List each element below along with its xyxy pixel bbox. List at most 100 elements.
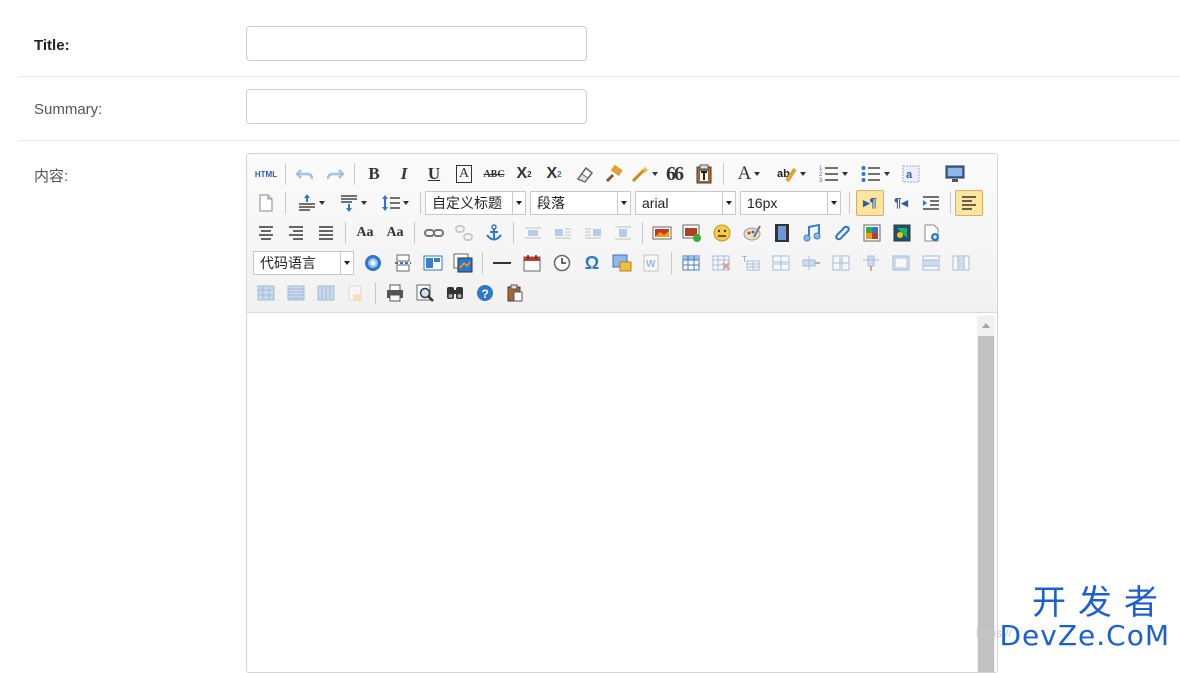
font-family-value: arial — [642, 195, 669, 211]
search-replace-icon[interactable] — [440, 280, 470, 306]
map-icon[interactable] — [887, 220, 917, 246]
paste-plain-icon[interactable] — [689, 161, 719, 187]
ordered-list-icon[interactable]: 123 — [812, 161, 854, 187]
delete-table-icon[interactable] — [706, 250, 736, 276]
template-icon[interactable] — [418, 250, 448, 276]
editor-content-area[interactable] — [247, 313, 977, 672]
align-right-icon[interactable] — [281, 220, 311, 246]
align-left-icon[interactable] — [955, 190, 983, 216]
insert-col-icon[interactable] — [826, 250, 856, 276]
insert-paragraph-before-table-icon[interactable]: T — [736, 250, 766, 276]
paragraph-select[interactable]: 段落 — [530, 191, 631, 215]
superscript-icon[interactable]: X2 — [509, 161, 539, 187]
line-height-icon[interactable] — [374, 190, 416, 216]
time-icon[interactable] — [547, 250, 577, 276]
delete-row-icon[interactable] — [796, 250, 826, 276]
image-search-icon[interactable] — [857, 220, 887, 246]
chevron-down-icon — [827, 192, 840, 214]
custom-heading-select[interactable]: 自定义标题 — [425, 191, 526, 215]
sup-glyph: X — [516, 165, 528, 182]
split-to-cols-icon[interactable] — [311, 280, 341, 306]
auto-format-icon[interactable] — [629, 161, 659, 187]
underline-icon[interactable]: U — [419, 161, 449, 187]
rtl-direction-icon[interactable]: ¶◂ — [886, 190, 916, 216]
background-icon[interactable] — [448, 250, 478, 276]
anchor-icon[interactable] — [479, 220, 509, 246]
scroll-thumb[interactable] — [978, 336, 994, 672]
multi-image-icon[interactable] — [677, 220, 707, 246]
uppercase-icon[interactable]: Aa — [350, 220, 380, 246]
insert-video-icon[interactable] — [767, 220, 797, 246]
emotion-icon[interactable] — [707, 220, 737, 246]
blockquote-icon[interactable]: 66 — [659, 161, 689, 187]
format-brush-icon[interactable] — [599, 161, 629, 187]
italic-icon[interactable]: I — [389, 161, 419, 187]
summary-input[interactable] — [246, 89, 587, 124]
eraser-icon[interactable] — [569, 161, 599, 187]
delete-col-icon[interactable] — [856, 250, 886, 276]
chevron-down-icon — [512, 192, 525, 214]
link-icon[interactable] — [419, 220, 449, 246]
date-icon[interactable] — [517, 250, 547, 276]
split-to-cells-icon[interactable] — [251, 280, 281, 306]
clipboard-icon[interactable] — [500, 280, 530, 306]
gmap-icon[interactable] — [917, 220, 947, 246]
bold-icon[interactable]: B — [359, 161, 389, 187]
font-size-select[interactable]: 16px — [740, 191, 841, 215]
frame-text-icon[interactable]: A — [449, 161, 479, 187]
ltr-direction-icon[interactable]: ▸¶ — [856, 190, 884, 216]
horizontal-rule-icon[interactable] — [487, 250, 517, 276]
special-chars-icon[interactable]: Ω — [577, 250, 607, 276]
font-color-icon[interactable]: A — [728, 161, 770, 187]
html-source-icon[interactable]: HTML — [251, 161, 281, 187]
lowercase-icon[interactable]: Aa — [380, 220, 410, 246]
split-to-rows-icon[interactable] — [281, 280, 311, 306]
highlight-caret — [799, 172, 806, 176]
separator — [375, 282, 376, 304]
merge-right-icon[interactable] — [916, 250, 946, 276]
editor-scrollbar[interactable] — [977, 316, 995, 672]
attachment-icon[interactable] — [827, 220, 857, 246]
unordered-list-icon[interactable] — [854, 161, 896, 187]
scrawl-icon[interactable] — [737, 220, 767, 246]
select-all-icon[interactable]: a — [896, 161, 926, 187]
word-doc-icon[interactable]: W — [637, 250, 667, 276]
code-language-select[interactable]: 代码语言 — [253, 251, 354, 275]
redo-icon[interactable] — [320, 161, 350, 187]
merge-cells-icon[interactable] — [886, 250, 916, 276]
word-image-icon[interactable] — [607, 250, 637, 276]
print-icon[interactable] — [380, 280, 410, 306]
indent-icon[interactable] — [916, 190, 946, 216]
align-center-icon[interactable] — [251, 220, 281, 246]
web-app-icon[interactable] — [358, 250, 388, 276]
align-justify-icon[interactable] — [311, 220, 341, 246]
help-icon[interactable]: ? — [470, 280, 500, 306]
music-icon[interactable] — [797, 220, 827, 246]
image-center-icon[interactable] — [608, 220, 638, 246]
scroll-up-arrow-icon[interactable] — [977, 316, 995, 334]
page-break-icon[interactable] — [388, 250, 418, 276]
image-right-icon[interactable] — [578, 220, 608, 246]
row-spacing-top-icon[interactable] — [290, 190, 332, 216]
merge-down-icon[interactable] — [946, 250, 976, 276]
highlight-color-icon[interactable]: ab — [770, 161, 812, 187]
strikethrough-icon[interactable]: ABC — [479, 161, 509, 187]
title-input[interactable] — [246, 26, 587, 61]
unlink-icon[interactable] — [449, 220, 479, 246]
insert-table-icon[interactable] — [676, 250, 706, 276]
subscript-icon[interactable]: X2 — [539, 161, 569, 187]
svg-text:T: T — [742, 255, 747, 264]
new-document-icon[interactable] — [251, 190, 281, 216]
row-spacing-bottom-icon[interactable] — [332, 190, 374, 216]
insert-image-icon[interactable] — [647, 220, 677, 246]
insert-row-icon[interactable] — [766, 250, 796, 276]
preview-icon[interactable] — [940, 161, 970, 187]
toolbar-row-5: ? — [251, 278, 530, 308]
print-preview-icon[interactable] — [410, 280, 440, 306]
undo-icon[interactable] — [290, 161, 320, 187]
separator — [513, 222, 514, 244]
chart-icon[interactable] — [341, 280, 371, 306]
image-none-icon[interactable] — [518, 220, 548, 246]
font-family-select[interactable]: arial — [635, 191, 736, 215]
image-left-icon[interactable] — [548, 220, 578, 246]
